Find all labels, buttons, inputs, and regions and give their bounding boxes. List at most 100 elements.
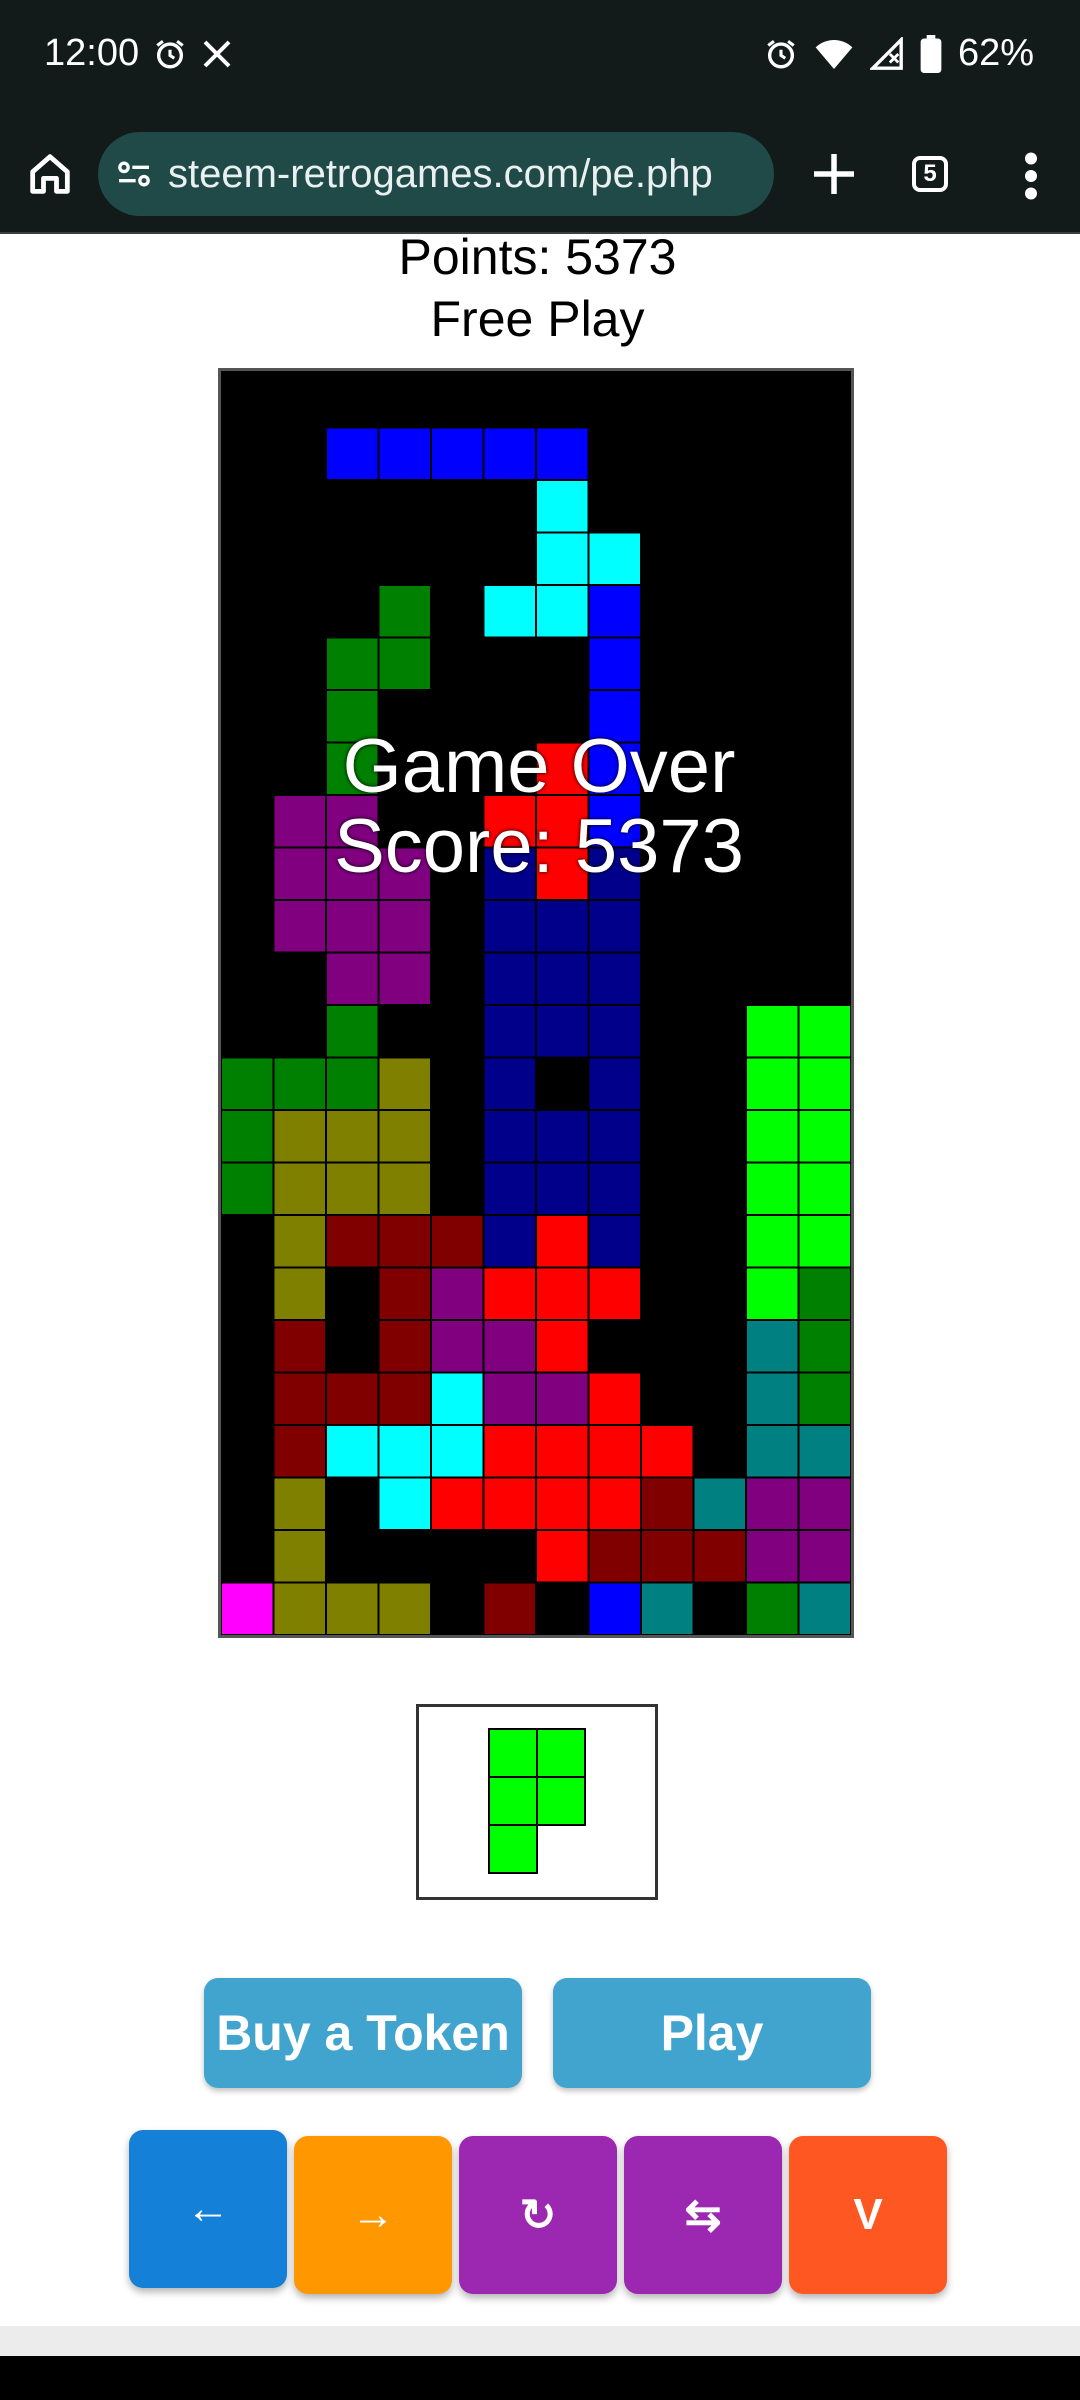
- board-block: [272, 1476, 327, 1531]
- board-block: [325, 636, 380, 691]
- board-block: [797, 1266, 851, 1321]
- rotate-button[interactable]: ↻: [459, 2136, 617, 2294]
- board-block: [587, 1214, 642, 1269]
- board-block: [797, 1214, 851, 1269]
- signal-icon: [869, 36, 904, 71]
- board-block: [272, 1214, 327, 1269]
- board-block: [272, 1424, 327, 1479]
- board-block: [587, 1371, 642, 1426]
- board-block: [325, 1581, 380, 1635]
- board-block: [377, 1214, 432, 1269]
- board-block: [797, 1424, 851, 1479]
- site-settings-icon[interactable]: [114, 154, 154, 194]
- overflow-menu-icon[interactable]: [1016, 146, 1046, 206]
- board-block: [587, 1109, 642, 1164]
- board-block: [377, 1056, 432, 1111]
- clock: 12:00: [44, 32, 140, 74]
- board-block: [640, 1529, 695, 1584]
- board-block: [430, 1266, 485, 1321]
- board-block: [482, 1319, 537, 1374]
- board-block: [535, 951, 590, 1006]
- left-button[interactable]: ←: [129, 2130, 287, 2288]
- board-block: [587, 584, 642, 639]
- board-block: [325, 951, 380, 1006]
- board-block: [325, 1424, 380, 1479]
- board-block: [482, 1109, 537, 1164]
- board-block: [377, 1476, 432, 1531]
- board-block: [535, 1004, 590, 1059]
- board-block: [535, 531, 590, 586]
- game-mode-label: Free Play: [430, 291, 645, 347]
- board-block: [745, 1529, 800, 1584]
- left-arrow-icon: ←: [186, 2184, 230, 2233]
- url-text: steem-retrogames.com/pe.php: [168, 151, 713, 196]
- board-block: [377, 636, 432, 691]
- board-block: [272, 1581, 327, 1635]
- x-logo-icon: [201, 38, 233, 70]
- rotate-icon: ↻: [519, 2190, 557, 2240]
- alarm-icon: [153, 37, 187, 71]
- page-bottom: [0, 2326, 1080, 2356]
- board-block: [745, 1581, 800, 1635]
- board-block: [430, 1214, 485, 1269]
- board-block: [272, 1319, 327, 1374]
- drop-icon: V: [853, 2190, 883, 2239]
- board-block: [377, 1581, 432, 1635]
- next-piece-block: [488, 1728, 538, 1778]
- next-piece-block: [488, 1824, 538, 1874]
- browser-toolbar: steem-retrogames.com/pe.php 5: [0, 116, 1080, 234]
- board-block: [535, 1214, 590, 1269]
- board-block: [221, 1161, 275, 1216]
- tab-switcher-button[interactable]: 5: [912, 156, 948, 192]
- board-block: [797, 1371, 851, 1426]
- board-block: [272, 899, 327, 954]
- board-block: [482, 1056, 537, 1111]
- next-piece-preview: [416, 1704, 658, 1900]
- board-block: [587, 1476, 642, 1531]
- board-block: [377, 951, 432, 1006]
- play-button[interactable]: Play: [553, 1978, 871, 2088]
- board-block: [377, 1109, 432, 1164]
- board-block: [325, 899, 380, 954]
- board-block: [745, 1266, 800, 1321]
- right-arrow-icon: →: [351, 2190, 395, 2239]
- status-bar: 12:00 62%: [0, 0, 1080, 116]
- board-block: [587, 531, 642, 586]
- next-piece-block: [536, 1728, 586, 1778]
- board-block: [272, 1529, 327, 1584]
- board-block: [587, 1529, 642, 1584]
- board-block: [325, 426, 380, 481]
- board-block: [745, 1424, 800, 1479]
- board-block: [587, 1056, 642, 1111]
- home-icon[interactable]: [24, 148, 76, 200]
- swap-icon: ⇆: [684, 2190, 722, 2240]
- board-block: [430, 1476, 485, 1531]
- board-block: [535, 426, 590, 481]
- board-block: [430, 1424, 485, 1479]
- alarm-icon: [764, 37, 798, 71]
- board-block: [587, 951, 642, 1006]
- wifi-icon: [814, 37, 854, 71]
- board-block: [587, 1424, 642, 1479]
- buy-token-button[interactable]: Buy a Token: [204, 1978, 522, 2088]
- board-block: [587, 1266, 642, 1321]
- board-block: [640, 1476, 695, 1531]
- board-block: [325, 1056, 380, 1111]
- new-tab-icon[interactable]: [804, 144, 864, 204]
- board-block: [797, 1476, 851, 1531]
- address-bar[interactable]: steem-retrogames.com/pe.php: [98, 132, 774, 216]
- drop-button[interactable]: V: [789, 2136, 947, 2294]
- board-block: [221, 1056, 275, 1111]
- board-block: [482, 1476, 537, 1531]
- battery-level: 62%: [957, 32, 1034, 74]
- swap-button[interactable]: ⇆: [624, 2136, 782, 2294]
- board-block: [745, 1056, 800, 1111]
- board-block: [745, 1161, 800, 1216]
- next-piece: [488, 1728, 586, 1874]
- game-over-text: Game Over: [342, 724, 736, 809]
- board-block: [587, 1004, 642, 1059]
- board-block: [221, 1109, 275, 1164]
- board-block: [325, 1214, 380, 1269]
- right-button[interactable]: →: [294, 2136, 452, 2294]
- game-board[interactable]: Game Over Score: 5373: [218, 368, 854, 1638]
